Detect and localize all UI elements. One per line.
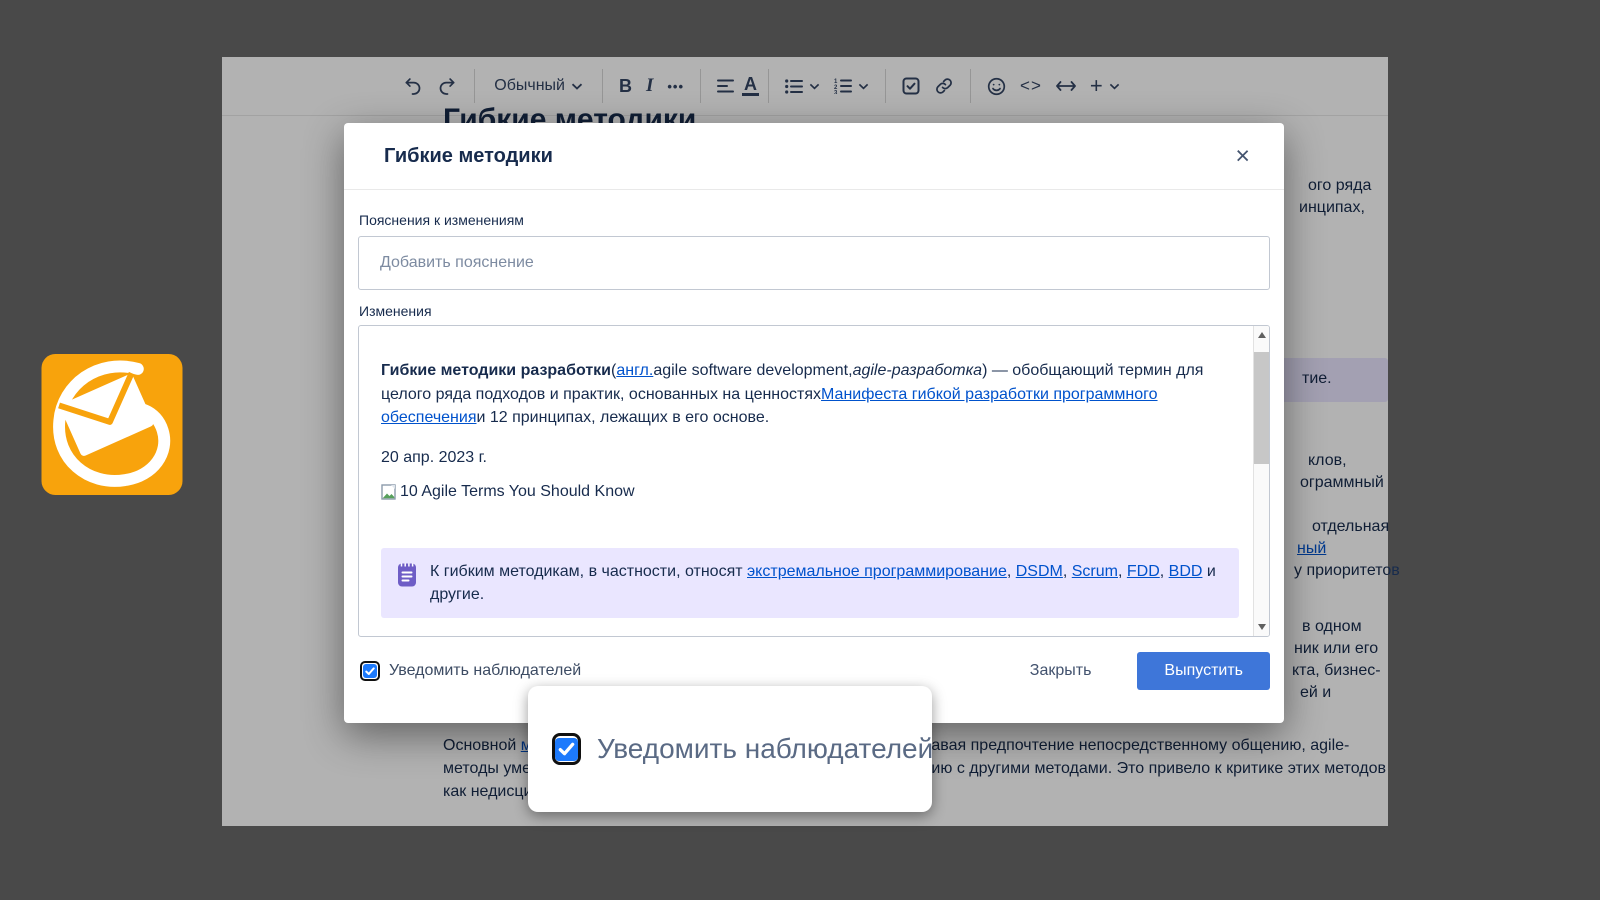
italic-text: agile-разработка — [853, 362, 983, 379]
close-icon[interactable]: × — [1229, 142, 1256, 171]
mail-notification-icon[interactable] — [41, 354, 183, 495]
text: , — [1007, 563, 1016, 580]
close-button[interactable]: Закрыть — [1006, 652, 1116, 690]
inline-link[interactable]: англ. — [616, 362, 653, 379]
publish-dialog: Гибкие методики × Пояснения к изменениям… — [344, 123, 1284, 723]
check-icon — [558, 742, 575, 757]
bold-text: Гибкие методики разработки — [381, 362, 611, 379]
publish-button[interactable]: Выпустить — [1137, 652, 1270, 690]
comment-input[interactable] — [358, 236, 1270, 290]
check-icon — [365, 667, 375, 676]
scroll-up-button[interactable] — [1254, 327, 1269, 343]
inline-link[interactable]: Scrum — [1072, 563, 1118, 580]
comment-label: Пояснения к изменениям — [359, 212, 1270, 228]
notify-watchers-checkbox[interactable] — [360, 661, 380, 681]
dialog-body: Пояснения к изменениям Изменения Гибкие … — [344, 190, 1284, 637]
scrollbar-thumb[interactable] — [1254, 352, 1269, 464]
triangle-up-icon — [1258, 332, 1266, 338]
notify-watchers-label: Уведомить наблюдателей — [389, 662, 581, 680]
text: К гибким методикам, в частности, относят — [430, 563, 747, 580]
text: , — [1160, 563, 1169, 580]
preview-scrollbar[interactable] — [1253, 326, 1269, 636]
broken-image-line: 10 Agile Terms You Should Know — [381, 480, 1239, 504]
info-panel: К гибким методикам, в частности, относят… — [381, 548, 1239, 618]
text: и 12 принципах, лежащих в его основе. — [476, 409, 769, 426]
footer-actions: Закрыть Выпустить — [1006, 652, 1270, 690]
dialog-header: Гибкие методики × — [344, 123, 1284, 190]
date-text: 20 апр. 2023 г. — [381, 446, 1239, 470]
notify-watchers-row[interactable]: Уведомить наблюдателей — [360, 661, 581, 681]
panel-text: К гибким методикам, в частности, относят… — [430, 560, 1223, 606]
magnified-notify-checkbox[interactable] — [552, 733, 581, 765]
note-panel-icon — [397, 562, 417, 588]
changes-preview: Гибкие методики разработки(англ.agile so… — [358, 325, 1270, 637]
inline-link[interactable]: DSDM — [1016, 563, 1063, 580]
checkbox-checked-fill — [363, 664, 377, 678]
preview-content: Гибкие методики разработки(англ.agile so… — [359, 326, 1253, 636]
text: , — [1063, 563, 1072, 580]
magnifier-popup: Уведомить наблюдателей — [528, 686, 932, 812]
inline-link[interactable]: FDD — [1127, 563, 1160, 580]
image-alt-text: 10 Agile Terms You Should Know — [400, 480, 635, 504]
mail-swirl-graphic — [41, 354, 183, 495]
magnified-notify-label: Уведомить наблюдателей — [597, 733, 933, 765]
inline-link[interactable]: экстремальное программирование — [747, 563, 1007, 580]
dialog-title: Гибкие методики — [384, 145, 553, 168]
changes-label: Изменения — [359, 303, 1270, 319]
preview-paragraph: Гибкие методики разработки(англ.agile so… — [381, 359, 1239, 430]
broken-image-icon — [381, 484, 397, 500]
inline-link[interactable]: BDD — [1169, 563, 1203, 580]
scroll-down-button[interactable] — [1254, 619, 1269, 635]
dialog-footer: Уведомить наблюдателей Закрыть Выпустить — [360, 652, 1270, 690]
checkbox-checked-fill — [555, 738, 578, 761]
text: agile software development, — [653, 362, 852, 379]
triangle-down-icon — [1258, 624, 1266, 630]
text: , — [1118, 563, 1127, 580]
